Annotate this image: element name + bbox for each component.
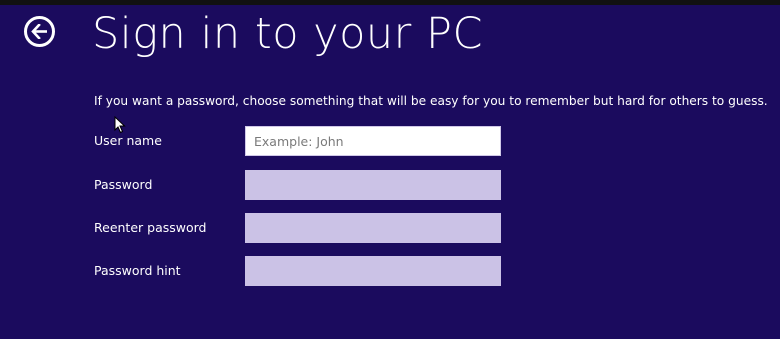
back-button[interactable]	[24, 16, 55, 47]
password-label: Password	[94, 177, 153, 192]
password-hint-input[interactable]	[245, 256, 501, 286]
reenter-password-input[interactable]	[245, 213, 501, 243]
reenter-password-row: Reenter password	[94, 213, 514, 243]
user-name-input[interactable]	[245, 126, 501, 156]
arrow-left-icon	[31, 24, 47, 39]
mouse-pointer-icon	[114, 116, 126, 134]
instructions-text: If you want a password, choose something…	[94, 94, 768, 108]
password-input[interactable]	[245, 170, 501, 200]
page-title: Sign in to your PC	[92, 9, 483, 59]
password-hint-label: Password hint	[94, 263, 181, 278]
user-name-row: User name	[94, 126, 514, 156]
reenter-password-label: Reenter password	[94, 220, 207, 235]
sign-in-screen: Sign in to your PC If you want a passwor…	[0, 0, 780, 339]
password-hint-row: Password hint	[94, 256, 514, 286]
password-row: Password	[94, 170, 514, 200]
user-name-label: User name	[94, 133, 162, 148]
